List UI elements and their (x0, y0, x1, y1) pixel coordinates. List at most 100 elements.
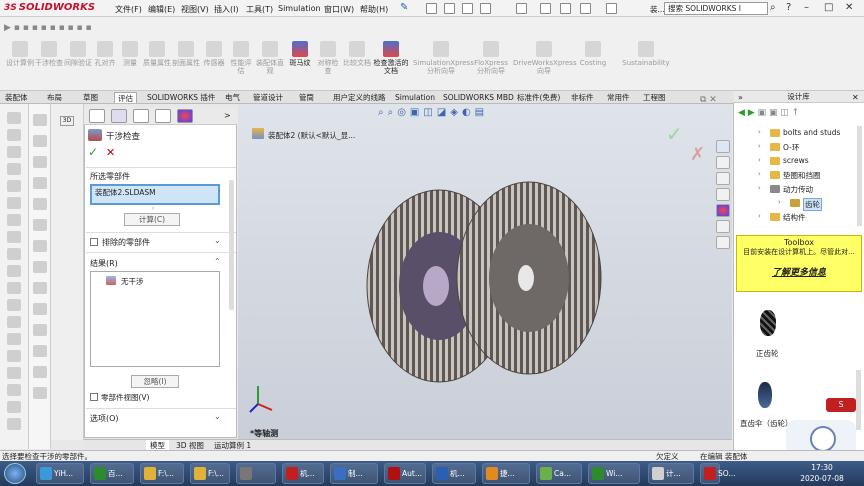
left-toolbar-icon-17[interactable] (7, 401, 21, 413)
left-toolbar-secondary-icon-2[interactable] (33, 156, 47, 168)
left-toolbar-secondary-icon-1[interactable] (33, 135, 47, 147)
left-toolbar-secondary-icon-6[interactable] (33, 240, 47, 252)
left-toolbar-icon-6[interactable] (7, 214, 21, 226)
menu-file[interactable]: 文件(F) (115, 4, 142, 15)
property-manager-tab-icon[interactable] (111, 109, 127, 123)
command-14[interactable]: SimulationXpress 分析向导 (413, 41, 474, 75)
appearances-tab-icon[interactable] (716, 204, 730, 217)
solidworks-logo[interactable]: 3S SOLIDWORKS (4, 2, 95, 13)
learn-more-link[interactable]: 了解更多信息 (737, 265, 861, 278)
select-icon[interactable] (560, 3, 571, 14)
command-11[interactable]: 对称检查 (315, 41, 341, 75)
search-icon[interactable]: ⌕ (770, 2, 776, 13)
tree-expander-icon-3[interactable]: › (758, 170, 761, 178)
assembly-icon[interactable] (252, 128, 264, 139)
bevel-gear-label[interactable]: 直齿伞（齿轮） (740, 418, 793, 429)
minimize-button[interactable]: – (804, 2, 809, 13)
left-toolbar-secondary-icon-9[interactable] (33, 303, 47, 315)
command-4[interactable]: 测量 (118, 41, 142, 67)
command-6[interactable]: 剖面属性 (172, 41, 200, 67)
left-toolbar-secondary-icon-11[interactable] (33, 345, 47, 357)
task-4[interactable] (236, 463, 276, 484)
tree-expander-icon-4[interactable]: › (758, 184, 761, 192)
pm-scrollbar[interactable] (229, 180, 234, 310)
tree-scrollbar[interactable] (857, 126, 862, 226)
new-document-icon[interactable] (444, 3, 455, 14)
play-icon[interactable]: ▶ ▪ ▪ ▪ ▪ ▪ ▪ ▪ ▪ ▪ (4, 23, 92, 33)
tree-item-5[interactable]: 齿轮 (803, 198, 822, 211)
left-toolbar-icon-2[interactable] (7, 146, 21, 158)
left-toolbar-secondary-icon-10[interactable] (33, 324, 47, 336)
save-icon[interactable] (480, 3, 491, 14)
command-8[interactable]: 性能评估 (228, 41, 254, 75)
menu-view[interactable]: 视图(V) (181, 4, 209, 15)
tab-7[interactable]: 管筒 (296, 92, 317, 103)
home-icon[interactable] (426, 3, 437, 14)
selected-components-list[interactable]: 装配体2.SLDASM (90, 184, 220, 205)
tree-item-0[interactable]: bolts and studs (783, 128, 840, 137)
task-6[interactable]: 制... (330, 463, 378, 484)
command-9[interactable]: 装配体直观 (255, 41, 285, 75)
bevel-gears-model[interactable] (364, 174, 604, 394)
left-toolbar-secondary-icon-3[interactable] (33, 177, 47, 189)
tree-item-6[interactable]: 结构件 (783, 212, 806, 223)
tab-10[interactable]: SOLIDWORKS MBD (440, 92, 517, 103)
left-toolbar-secondary-icon-8[interactable] (33, 282, 47, 294)
command-16[interactable]: DriveWorksXpress 向导 (513, 41, 577, 75)
open-icon[interactable] (462, 3, 473, 14)
restore-button[interactable]: □ (824, 2, 833, 13)
tab-4[interactable]: SOLIDWORKS 插件 (144, 92, 218, 103)
command-17[interactable]: Costing (578, 41, 608, 67)
result-item[interactable]: 无干涉 (121, 276, 144, 287)
tree-expander-icon-1[interactable]: › (758, 142, 761, 150)
file-explorer-tab-icon[interactable] (716, 156, 730, 169)
task-9[interactable]: 捷... (482, 463, 530, 484)
task-3[interactable]: F:\... (190, 463, 230, 484)
command-3[interactable]: 孔对齐 (92, 41, 118, 67)
tab-5[interactable]: 电气 (222, 92, 243, 103)
right-gear[interactable] (456, 181, 602, 375)
task-11[interactable]: Wi... (588, 463, 640, 484)
start-button[interactable] (4, 463, 26, 484)
tree-expander-icon-6[interactable]: › (758, 212, 761, 220)
thumbnail-scrollbar[interactable] (856, 370, 861, 430)
command-5[interactable]: 质量属性 (143, 41, 171, 67)
chevron-down-icon[interactable]: ⌄ (214, 412, 221, 421)
task-1[interactable]: 百... (90, 463, 134, 484)
command-10[interactable]: 斑马纹 (289, 41, 311, 67)
command-18[interactable]: Sustainability (622, 41, 670, 67)
search-input[interactable]: 搜索 SOLIDWORKS I (664, 2, 768, 15)
dimxpert-tab-icon[interactable] (155, 109, 171, 123)
left-toolbar-secondary-icon-5[interactable] (33, 219, 47, 231)
tab-1[interactable]: 布局 (44, 92, 65, 103)
chevron-up-icon[interactable]: ⌃ (214, 257, 221, 266)
tree-expander-icon-2[interactable]: › (758, 156, 761, 164)
spur-gear-label[interactable]: 正齿轮 (756, 348, 779, 359)
left-toolbar-icon-3[interactable] (7, 163, 21, 175)
tree-expander-icon-5[interactable]: › (778, 198, 781, 206)
task-8[interactable]: 机... (432, 463, 476, 484)
left-toolbar-icon-1[interactable] (7, 129, 21, 141)
left-toolbar-icon-16[interactable] (7, 384, 21, 396)
viewport-restore-icon[interactable]: ⧉ ✕ (700, 95, 717, 105)
undo-icon[interactable] (540, 3, 551, 14)
system-clock[interactable]: 17:30 2020-07-08 (792, 462, 852, 484)
left-toolbar-icon-4[interactable] (7, 180, 21, 192)
pin-icon[interactable]: ✎ (400, 2, 408, 13)
rebuild-icon[interactable] (580, 3, 591, 14)
command-1[interactable]: 干涉检查 (35, 41, 63, 67)
command-15[interactable]: FloXpress 分析向导 (472, 41, 510, 75)
folder-tab-icon[interactable] (716, 188, 730, 201)
results-list[interactable]: 无干涉 (90, 271, 220, 367)
solidworks-forum-tab-icon[interactable] (716, 236, 730, 249)
configuration-manager-tab-icon[interactable] (133, 109, 149, 123)
task-2[interactable]: F:\... (140, 463, 184, 484)
tab-12[interactable]: 非标件 (568, 92, 597, 103)
graphics-area[interactable]: 装配体2 (默认<默认_显... ⌕⌕◎▣◫◪◈◐▤ ⧉ ✕ ✓ ✗ *等轴测 (238, 95, 732, 440)
zoom-icon[interactable]: ⌕⌕◎▣◫◪◈◐▤ (378, 107, 488, 118)
tab-8[interactable]: 用户定义的线路 (330, 92, 389, 103)
left-toolbar-icon-5[interactable] (7, 197, 21, 209)
tree-item-4[interactable]: 动力传动 (783, 184, 813, 195)
ok-button[interactable]: ✓ (88, 145, 98, 159)
menu-edit[interactable]: 编辑(E) (148, 4, 175, 15)
